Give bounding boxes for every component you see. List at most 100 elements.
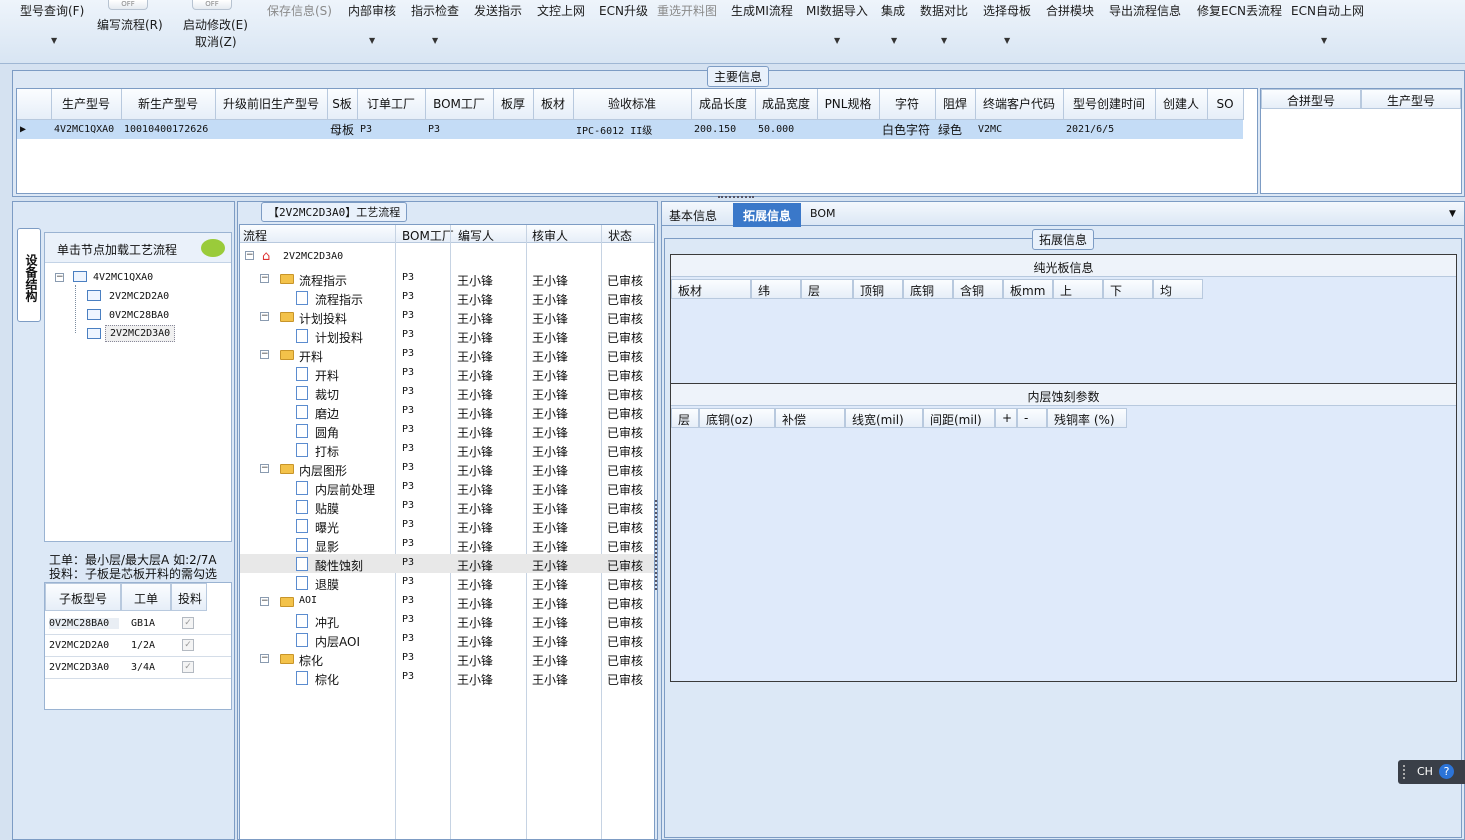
bom-factory-cell[interactable]: P3 bbox=[402, 348, 414, 359]
column-header[interactable]: 纬 bbox=[751, 279, 801, 299]
select-motherboard-button[interactable]: 选择母板 bbox=[983, 2, 1031, 19]
bom-factory-cell[interactable]: P3 bbox=[402, 291, 414, 302]
flow-step-row[interactable]: 显影 P3 王小锋 王小锋 已审核 bbox=[240, 535, 654, 555]
tree-root-node[interactable]: 2V2MC2D3A0 bbox=[283, 251, 343, 262]
reviewer-cell[interactable]: 王小锋 bbox=[532, 424, 568, 441]
collapse-icon[interactable]: − bbox=[260, 312, 269, 321]
chevron-down-icon[interactable]: ▼ bbox=[941, 36, 947, 45]
flow-step-name[interactable]: 开料 bbox=[315, 367, 339, 384]
collapse-icon[interactable]: − bbox=[260, 350, 269, 359]
column-header[interactable]: + bbox=[995, 408, 1017, 428]
send-instruction-button[interactable]: 发送指示 bbox=[474, 2, 522, 19]
ime-toolbar[interactable]: CH ? bbox=[1398, 760, 1465, 784]
flow-step-name[interactable]: 曝光 bbox=[315, 519, 339, 536]
flow-step-name[interactable]: 圆角 bbox=[315, 424, 339, 441]
column-header[interactable]: 合拼型号 bbox=[1261, 89, 1361, 109]
flow-step-name[interactable]: 内层图形 bbox=[299, 462, 347, 479]
writer-cell[interactable]: 王小锋 bbox=[457, 424, 493, 441]
chevron-down-icon[interactable]: ▼ bbox=[1321, 36, 1327, 45]
column-header[interactable]: 板mm bbox=[1003, 279, 1053, 299]
chevron-down-icon[interactable]: ▼ bbox=[432, 36, 438, 45]
table-cell[interactable]: 10010400172626 bbox=[121, 119, 215, 139]
column-header[interactable]: 层 bbox=[801, 279, 853, 299]
flow-step-name[interactable]: 内层前处理 bbox=[315, 481, 375, 498]
writer-cell[interactable]: 王小锋 bbox=[457, 481, 493, 498]
instruction-check-button[interactable]: 指示检查 bbox=[411, 2, 459, 19]
writer-cell[interactable]: 王小锋 bbox=[457, 291, 493, 308]
column-header[interactable]: 补偿 bbox=[775, 408, 845, 428]
bom-factory-cell[interactable]: P3 bbox=[402, 614, 414, 625]
collapse-icon[interactable]: − bbox=[245, 251, 254, 260]
splitter-handle[interactable] bbox=[655, 500, 659, 590]
flow-step-name[interactable]: AOI bbox=[299, 595, 317, 606]
column-header[interactable]: PNL规格 bbox=[817, 89, 880, 120]
bom-factory-cell[interactable]: P3 bbox=[402, 652, 414, 663]
table-row[interactable]: ▶ 4V2MC1QXA0 10010400172626 母板 P3 P3 IPC… bbox=[17, 119, 1244, 139]
flow-step-name[interactable]: 酸性蚀刻 bbox=[315, 557, 363, 574]
table-cell[interactable]: 母板 bbox=[327, 119, 358, 139]
flow-step-row[interactable]: 打标 P3 王小锋 王小锋 已审核 bbox=[240, 440, 654, 460]
tab-menu-icon[interactable]: ▼ bbox=[1449, 209, 1456, 219]
bom-factory-cell[interactable]: P3 bbox=[402, 500, 414, 511]
column-header[interactable]: 子板型号 bbox=[45, 583, 121, 611]
table-cell[interactable]: 2021/6/5 bbox=[1063, 119, 1156, 139]
column-header[interactable]: 字符 bbox=[879, 89, 936, 120]
flow-step-row[interactable]: 圆角 P3 王小锋 王小锋 已审核 bbox=[240, 421, 654, 441]
flow-step-row[interactable]: 贴膜 P3 王小锋 王小锋 已审核 bbox=[240, 497, 654, 517]
tab-bom[interactable]: BOM bbox=[810, 207, 836, 220]
reviewer-cell[interactable]: 王小锋 bbox=[532, 633, 568, 650]
column-header[interactable]: 残铜率 (%) bbox=[1047, 408, 1127, 428]
writer-cell[interactable]: 王小锋 bbox=[457, 462, 493, 479]
status-cell[interactable]: 已审核 bbox=[607, 538, 643, 555]
table-cell[interactable]: 0V2MC28BA0 bbox=[49, 618, 119, 629]
generate-mi-button[interactable]: 生成MI流程 bbox=[731, 2, 793, 19]
flow-step-row[interactable]: 冲孔 P3 王小锋 王小锋 已审核 bbox=[240, 611, 654, 631]
reviewer-cell[interactable]: 王小锋 bbox=[532, 462, 568, 479]
column-header[interactable]: 板材 bbox=[671, 279, 751, 299]
table-cell[interactable]: 2V2MC2D2A0 bbox=[49, 640, 109, 651]
status-cell[interactable]: 已审核 bbox=[607, 310, 643, 327]
bom-factory-cell[interactable]: P3 bbox=[402, 576, 414, 587]
column-header[interactable]: 订单工厂 bbox=[357, 89, 426, 120]
flow-step-name[interactable]: 磨边 bbox=[315, 405, 339, 422]
toggle-switch[interactable]: OFF bbox=[192, 0, 232, 10]
reviewer-cell[interactable]: 王小锋 bbox=[532, 348, 568, 365]
reviewer-cell[interactable]: 王小锋 bbox=[532, 329, 568, 346]
writer-cell[interactable]: 王小锋 bbox=[457, 652, 493, 669]
writer-cell[interactable]: 王小锋 bbox=[457, 329, 493, 346]
status-cell[interactable]: 已审核 bbox=[607, 576, 643, 593]
table-cell[interactable]: P3 bbox=[425, 119, 494, 139]
column-header[interactable]: 层 bbox=[671, 408, 699, 428]
tree-node-root[interactable]: 4V2MC1QXA0 bbox=[93, 272, 153, 283]
bom-factory-cell[interactable]: P3 bbox=[402, 595, 414, 606]
bom-factory-cell[interactable]: P3 bbox=[402, 367, 414, 378]
chevron-down-icon[interactable]: ▼ bbox=[891, 36, 897, 45]
flow-step-row[interactable]: 酸性蚀刻 P3 王小锋 王小锋 已审核 bbox=[240, 554, 654, 574]
bom-factory-cell[interactable]: P3 bbox=[402, 386, 414, 397]
status-cell[interactable]: 已审核 bbox=[607, 633, 643, 650]
status-cell[interactable]: 已审核 bbox=[607, 291, 643, 308]
column-header[interactable]: 升级前旧生产型号 bbox=[215, 89, 328, 120]
writer-cell[interactable]: 王小锋 bbox=[457, 348, 493, 365]
table-cell[interactable]: IPC-6012 II级 bbox=[573, 119, 692, 139]
bom-factory-cell[interactable]: P3 bbox=[402, 519, 414, 530]
flow-step-name[interactable]: 贴膜 bbox=[315, 500, 339, 517]
tab-basic-info[interactable]: 基本信息 bbox=[669, 207, 717, 224]
reviewer-cell[interactable]: 王小锋 bbox=[532, 557, 568, 574]
status-cell[interactable]: 已审核 bbox=[607, 367, 643, 384]
bom-factory-cell[interactable]: P3 bbox=[402, 310, 414, 321]
column-header[interactable]: 编写人 bbox=[458, 227, 494, 244]
reviewer-cell[interactable]: 王小锋 bbox=[532, 500, 568, 517]
tree-node-selected[interactable]: 2V2MC2D3A0 bbox=[105, 325, 176, 342]
flow-step-name[interactable]: 棕化 bbox=[315, 671, 339, 688]
reviewer-cell[interactable]: 王小锋 bbox=[532, 671, 568, 688]
bom-factory-cell[interactable]: P3 bbox=[402, 481, 414, 492]
save-info-button[interactable]: 保存信息(S) bbox=[267, 2, 332, 19]
writer-cell[interactable]: 王小锋 bbox=[457, 614, 493, 631]
data-compare-button[interactable]: 数据对比 bbox=[920, 2, 968, 19]
reviewer-cell[interactable]: 王小锋 bbox=[532, 576, 568, 593]
doc-online-button[interactable]: 文控上网 bbox=[537, 2, 585, 19]
column-header[interactable]: - bbox=[1017, 408, 1047, 428]
reviewer-cell[interactable]: 王小锋 bbox=[532, 538, 568, 555]
status-cell[interactable]: 已审核 bbox=[607, 443, 643, 460]
